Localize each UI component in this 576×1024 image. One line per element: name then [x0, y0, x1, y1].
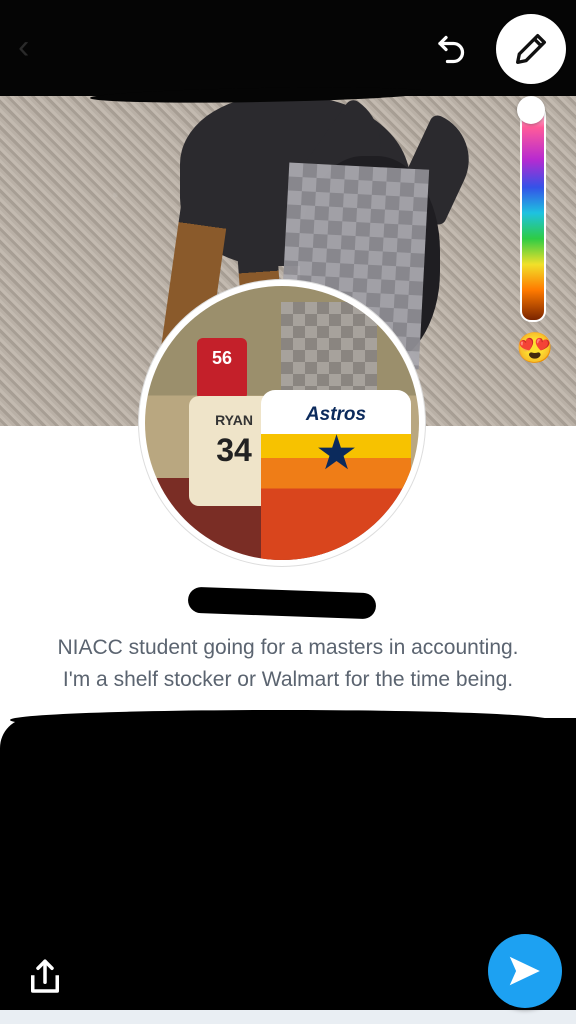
- undo-icon[interactable]: [434, 30, 470, 66]
- back-arrow-icon[interactable]: ‹: [18, 30, 29, 64]
- jersey-white-name: RYAN: [215, 412, 253, 428]
- jersey-white-number: 34: [216, 432, 252, 468]
- color-slider[interactable]: [520, 104, 546, 322]
- redaction-top: [0, 0, 576, 96]
- jersey-red: 56: [197, 338, 247, 400]
- avatar-photo: 56 RYAN 34 Astros ★: [145, 286, 419, 560]
- astros-shirt-text: Astros: [305, 404, 367, 425]
- send-icon: [509, 956, 540, 986]
- star-icon: ★: [315, 427, 359, 480]
- profile-bio: NIACC student going for a masters in acc…: [0, 632, 576, 696]
- bio-line: I'm a shelf stocker or Walmart for the t…: [62, 668, 514, 691]
- bottom-nav-strip: [0, 1010, 576, 1024]
- avatar[interactable]: 56 RYAN 34 Astros ★: [139, 280, 425, 566]
- redaction-name: [187, 586, 377, 620]
- send-button[interactable]: [488, 934, 562, 1008]
- bio-line: NIACC student going for a masters in acc…: [57, 636, 519, 659]
- color-slider-knob[interactable]: [517, 96, 545, 124]
- pencil-icon: [516, 34, 546, 64]
- pencil-button[interactable]: [496, 14, 566, 84]
- astros-shirt: Astros ★: [261, 390, 411, 560]
- pixelated-face: [281, 302, 377, 392]
- emoji-sticker[interactable]: 😍: [516, 334, 553, 364]
- share-icon[interactable]: [24, 956, 66, 998]
